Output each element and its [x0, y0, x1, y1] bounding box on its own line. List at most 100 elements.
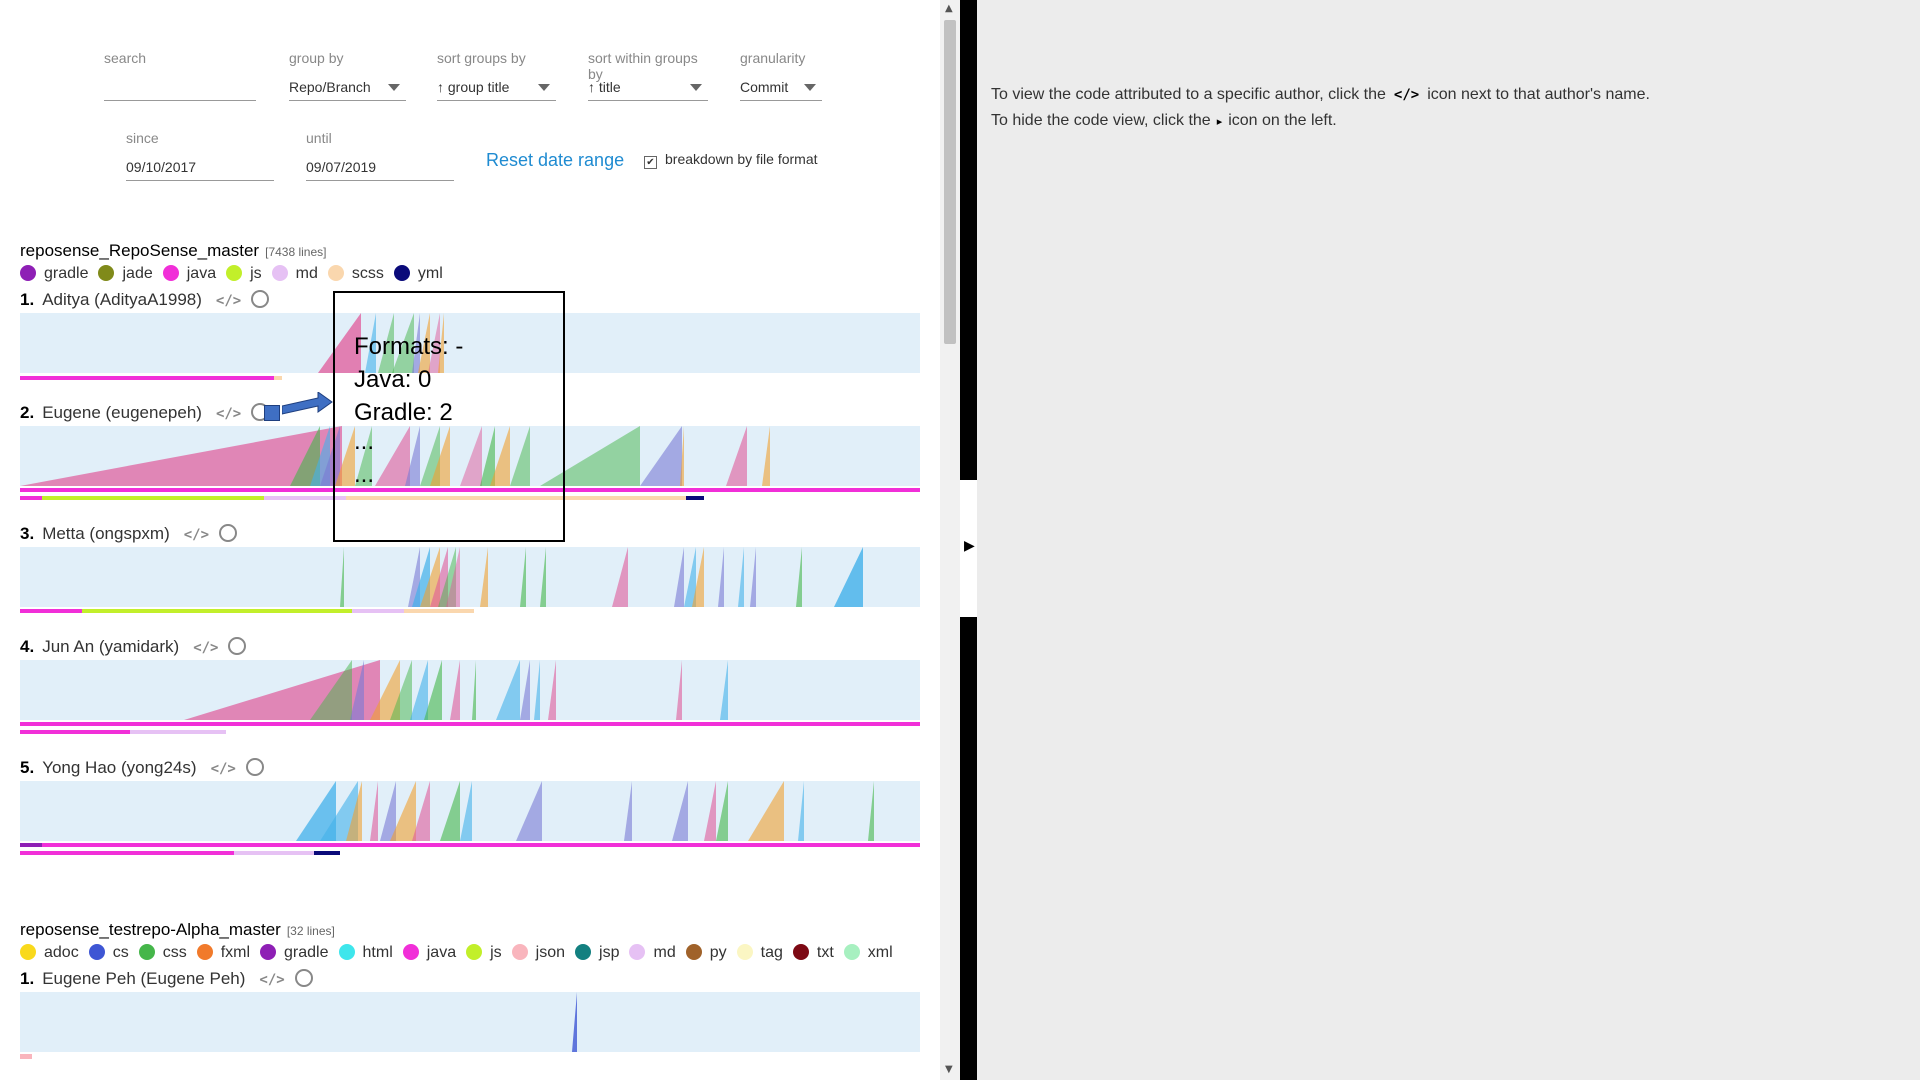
- reset-date-range-link[interactable]: Reset date range: [486, 150, 624, 171]
- annotation-marker: [264, 405, 280, 421]
- legend-item[interactable]: py: [685, 944, 727, 962]
- search-input-wrap: [104, 74, 256, 101]
- file-format-bar: [234, 851, 314, 855]
- legend-dot-icon: [393, 265, 410, 281]
- legend-label: py: [709, 944, 727, 961]
- legend-item[interactable]: js: [226, 265, 262, 283]
- legend-item[interactable]: jsp: [575, 944, 619, 962]
- legend-label: cs: [112, 944, 129, 961]
- hint-line-2: To hide the code view, click the ▸ icon on…: [991, 108, 1650, 135]
- code-icon[interactable]: </>: [216, 293, 241, 309]
- file-format-bar: [20, 730, 130, 734]
- group-by-value: Repo/Branch: [289, 79, 371, 95]
- legend-item[interactable]: md: [629, 944, 676, 962]
- file-format-bar: [42, 496, 264, 500]
- legend-item[interactable]: fxml: [196, 944, 251, 962]
- legend-item[interactable]: xml: [843, 944, 893, 962]
- legend-item[interactable]: scss: [327, 265, 384, 283]
- format-tooltip: Formats: - Java: 0 Gradle: 2 ... ...: [333, 291, 565, 542]
- legend-dot-icon: [843, 944, 860, 960]
- file-format-bar: [82, 609, 352, 613]
- legend-label: js: [490, 944, 502, 961]
- caret-right-icon: ▶: [964, 538, 975, 554]
- author-row: 1. Eugene Peh (Eugene Peh) </>: [20, 969, 313, 989]
- code-icon: </>: [1393, 87, 1420, 103]
- legend-item[interactable]: adoc: [20, 944, 79, 962]
- code-icon[interactable]: </>: [259, 972, 284, 988]
- github-icon[interactable]: [219, 524, 238, 542]
- chevron-down-icon: [388, 84, 400, 91]
- legend-item[interactable]: yml: [393, 265, 443, 283]
- github-icon[interactable]: [245, 758, 264, 776]
- ramp-svg: [572, 992, 577, 1052]
- chevron-down-icon: [690, 84, 702, 91]
- since-label: since: [126, 130, 159, 146]
- granularity-control: granularity Commit: [740, 50, 822, 101]
- legend-item[interactable]: json: [511, 944, 566, 962]
- file-format-bar: [314, 851, 340, 855]
- legend-item[interactable]: txt: [792, 944, 834, 962]
- legend-item[interactable]: js: [466, 944, 502, 962]
- author-name: Eugene Peh (Eugene Peh): [42, 969, 246, 988]
- sort-groups-select[interactable]: ↑ group title: [437, 74, 556, 101]
- ramp-chart: [20, 781, 920, 841]
- toggle-code-panel[interactable]: ▶: [960, 480, 977, 617]
- legend-item[interactable]: html: [338, 944, 393, 962]
- legend-dot-icon: [162, 265, 179, 281]
- scrollbar-thumb[interactable]: [944, 20, 956, 344]
- granularity-select[interactable]: Commit: [740, 74, 822, 101]
- code-icon[interactable]: </>: [193, 640, 218, 656]
- legend-label: txt: [816, 944, 834, 961]
- author-rank: 1.: [20, 969, 35, 988]
- sort-groups-label: sort groups by: [437, 50, 526, 66]
- author-row: 5. Yong Hao (yong24s) </>: [20, 758, 264, 778]
- legend-label: xml: [867, 944, 893, 961]
- github-icon[interactable]: [251, 290, 270, 308]
- hint-text: icon next to that author's name.: [1427, 86, 1650, 103]
- legend-label: html: [362, 944, 393, 961]
- legend-label: fxml: [220, 944, 251, 961]
- legend-dot-icon: [736, 944, 753, 960]
- legend-item[interactable]: java: [162, 265, 216, 283]
- group-by-select[interactable]: Repo/Branch: [289, 74, 406, 101]
- breakdown-checkbox[interactable]: ✔ breakdown by file format: [644, 151, 818, 169]
- legend-dot-icon: [20, 944, 36, 960]
- legend-item[interactable]: gradle: [20, 265, 88, 283]
- legend-item[interactable]: md: [271, 265, 318, 283]
- scroll-up-icon[interactable]: ▲: [945, 3, 953, 14]
- legend-dot-icon: [226, 265, 243, 281]
- legend-dot-icon: [338, 944, 355, 960]
- until-date-input[interactable]: 09/07/2019: [306, 154, 454, 181]
- file-format-bar: [20, 376, 274, 380]
- legend-item[interactable]: cs: [88, 944, 129, 962]
- github-icon[interactable]: [228, 637, 247, 655]
- sort-within-select[interactable]: ↑ title: [588, 74, 708, 101]
- search-input[interactable]: [104, 79, 256, 95]
- legend-item[interactable]: gradle: [260, 944, 329, 962]
- github-icon[interactable]: [294, 969, 313, 987]
- legend-item[interactable]: css: [138, 944, 187, 962]
- legend-dot-icon: [88, 944, 105, 960]
- legend-dot-icon: [575, 944, 592, 960]
- legend-label: css: [162, 944, 187, 961]
- scrollbar[interactable]: ▲ ▼: [940, 0, 960, 1080]
- legend-dot-icon: [327, 265, 344, 281]
- code-panel: To view the code attributed to a specifi…: [977, 0, 1920, 1080]
- legend-dot-icon: [629, 944, 646, 960]
- repo-title: reposense_testrepo-Alpha_master [32 lines…: [20, 920, 335, 940]
- hint-text: To hide the code view, click the: [991, 112, 1211, 129]
- legend-item[interactable]: java: [402, 944, 456, 962]
- legend-item[interactable]: jade: [98, 265, 153, 283]
- legend-dot-icon: [20, 265, 36, 281]
- scroll-down-icon[interactable]: ▼: [945, 1064, 953, 1075]
- repo-name: reposense_RepoSense_master: [20, 241, 260, 260]
- legend-label: json: [535, 944, 566, 961]
- file-format-bar: [20, 843, 920, 847]
- code-icon[interactable]: </>: [216, 406, 241, 422]
- legend-item[interactable]: tag: [736, 944, 783, 962]
- code-icon[interactable]: </>: [184, 527, 209, 543]
- ramp-chart: [20, 547, 920, 607]
- since-date-input[interactable]: 09/10/2017: [126, 154, 274, 181]
- repo-lines: [32 lines]: [286, 924, 335, 938]
- code-icon[interactable]: </>: [211, 761, 236, 777]
